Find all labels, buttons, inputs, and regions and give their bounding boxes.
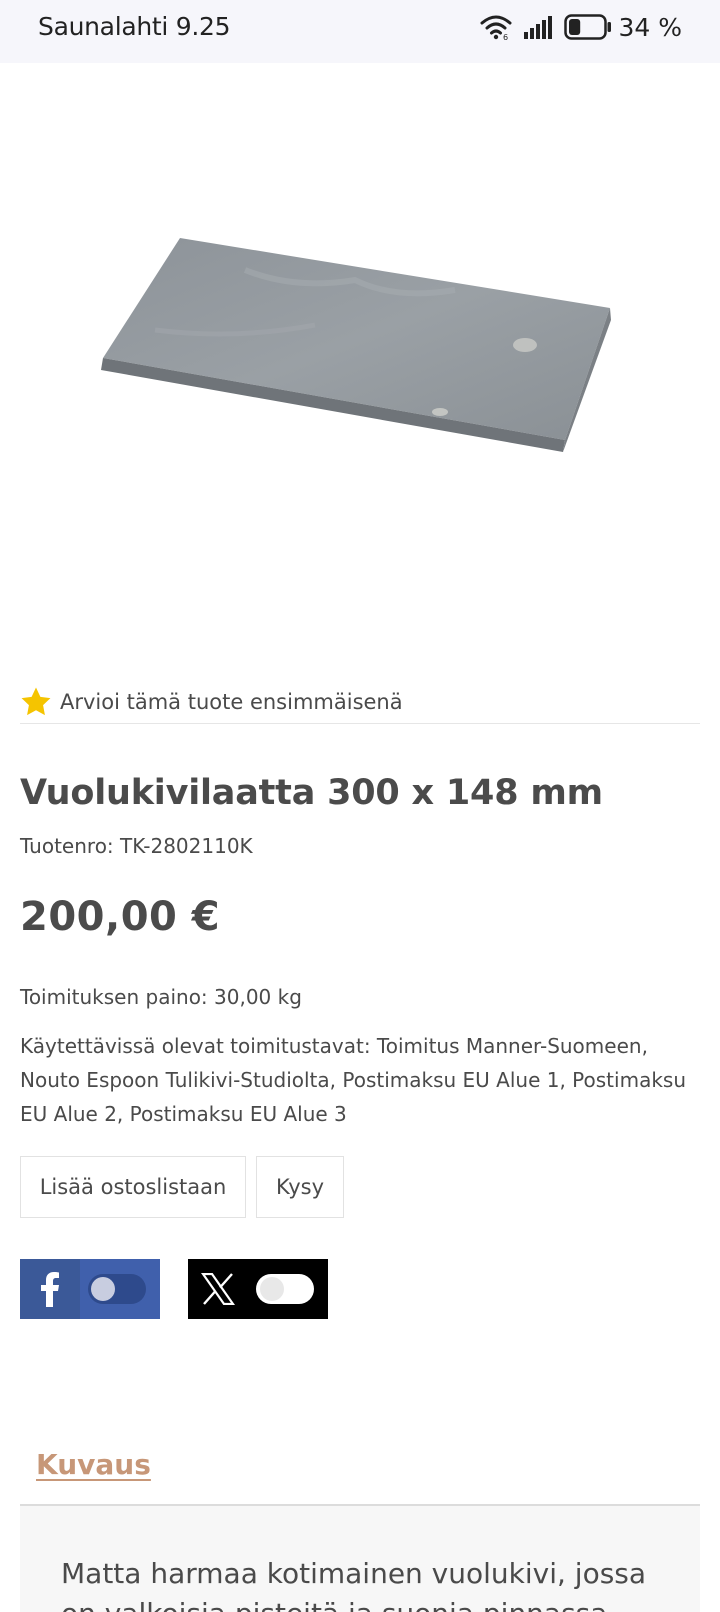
product-image[interactable]	[95, 230, 635, 470]
facebook-toggle-switch[interactable]	[88, 1274, 146, 1304]
product-sku: Tuotenro: TK-2802110K	[20, 834, 253, 858]
status-icons: 6 34 %	[480, 12, 682, 42]
carrier-name: Saunalahti	[38, 12, 169, 41]
description-text: Matta harmaa kotimainen vuolukivi, jossa…	[61, 1557, 647, 1612]
status-carrier-time: Saunalahti 9.25	[38, 12, 230, 41]
rating-prompt[interactable]: Arvioi tämä tuote ensimmäisenä	[19, 685, 403, 719]
battery-percent: 34 %	[618, 12, 682, 42]
wifi-icon: 6	[480, 14, 512, 40]
rating-prompt-text: Arvioi tämä tuote ensimmäisenä	[60, 690, 403, 714]
x-share-toggle[interactable]	[188, 1259, 328, 1319]
facebook-share-toggle[interactable]	[20, 1259, 160, 1319]
product-price: 200,00 €	[20, 894, 221, 940]
battery-icon	[564, 14, 612, 40]
star-icon	[21, 687, 51, 716]
ask-button[interactable]: Kysy	[256, 1156, 344, 1218]
description-panel: Matta harmaa kotimainen vuolukivi, jossa…	[20, 1506, 700, 1612]
shipping-weight: Toimituksen paino: 30,00 kg	[20, 985, 302, 1009]
add-to-list-button[interactable]: Lisää ostoslistaan	[20, 1156, 246, 1218]
delivery-methods: Käytettävissä olevat toimitustavat: Toim…	[20, 1034, 686, 1126]
signal-icon	[524, 15, 553, 39]
svg-text:6: 6	[503, 33, 508, 40]
divider	[20, 723, 700, 724]
x-toggle-switch[interactable]	[256, 1274, 314, 1304]
product-title: Vuolukivilaatta 300 x 148 mm	[20, 773, 603, 813]
tab-description[interactable]: Kuvaus	[36, 1448, 151, 1481]
x-icon	[188, 1259, 248, 1319]
status-bar: Saunalahti 9.25 6 34 %	[0, 0, 720, 63]
facebook-icon	[20, 1259, 80, 1319]
clock-time: 9.25	[175, 12, 231, 41]
